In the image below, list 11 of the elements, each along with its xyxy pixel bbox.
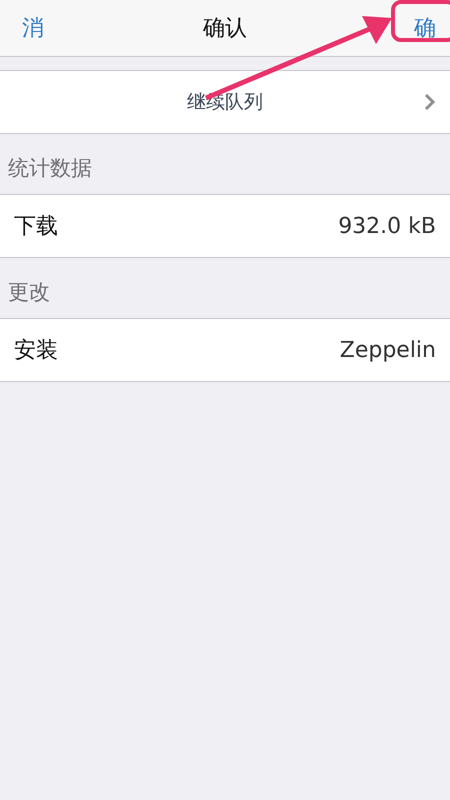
row-value: 932.0 kB <box>338 214 436 238</box>
chevron-icon <box>424 93 436 111</box>
cancel-button[interactable]: 消 <box>22 13 44 43</box>
section-header: 统计数据 <box>8 155 92 182</box>
section-header: 更改 <box>8 279 50 306</box>
row-label: 下载 <box>14 213 58 241</box>
confirm-button[interactable]: 确 <box>414 13 436 43</box>
nav-title: 确认 <box>203 15 247 43</box>
highlight-frame <box>391 0 450 42</box>
row-value: Zeppelin <box>340 338 436 362</box>
row-label: 安装 <box>14 337 58 365</box>
